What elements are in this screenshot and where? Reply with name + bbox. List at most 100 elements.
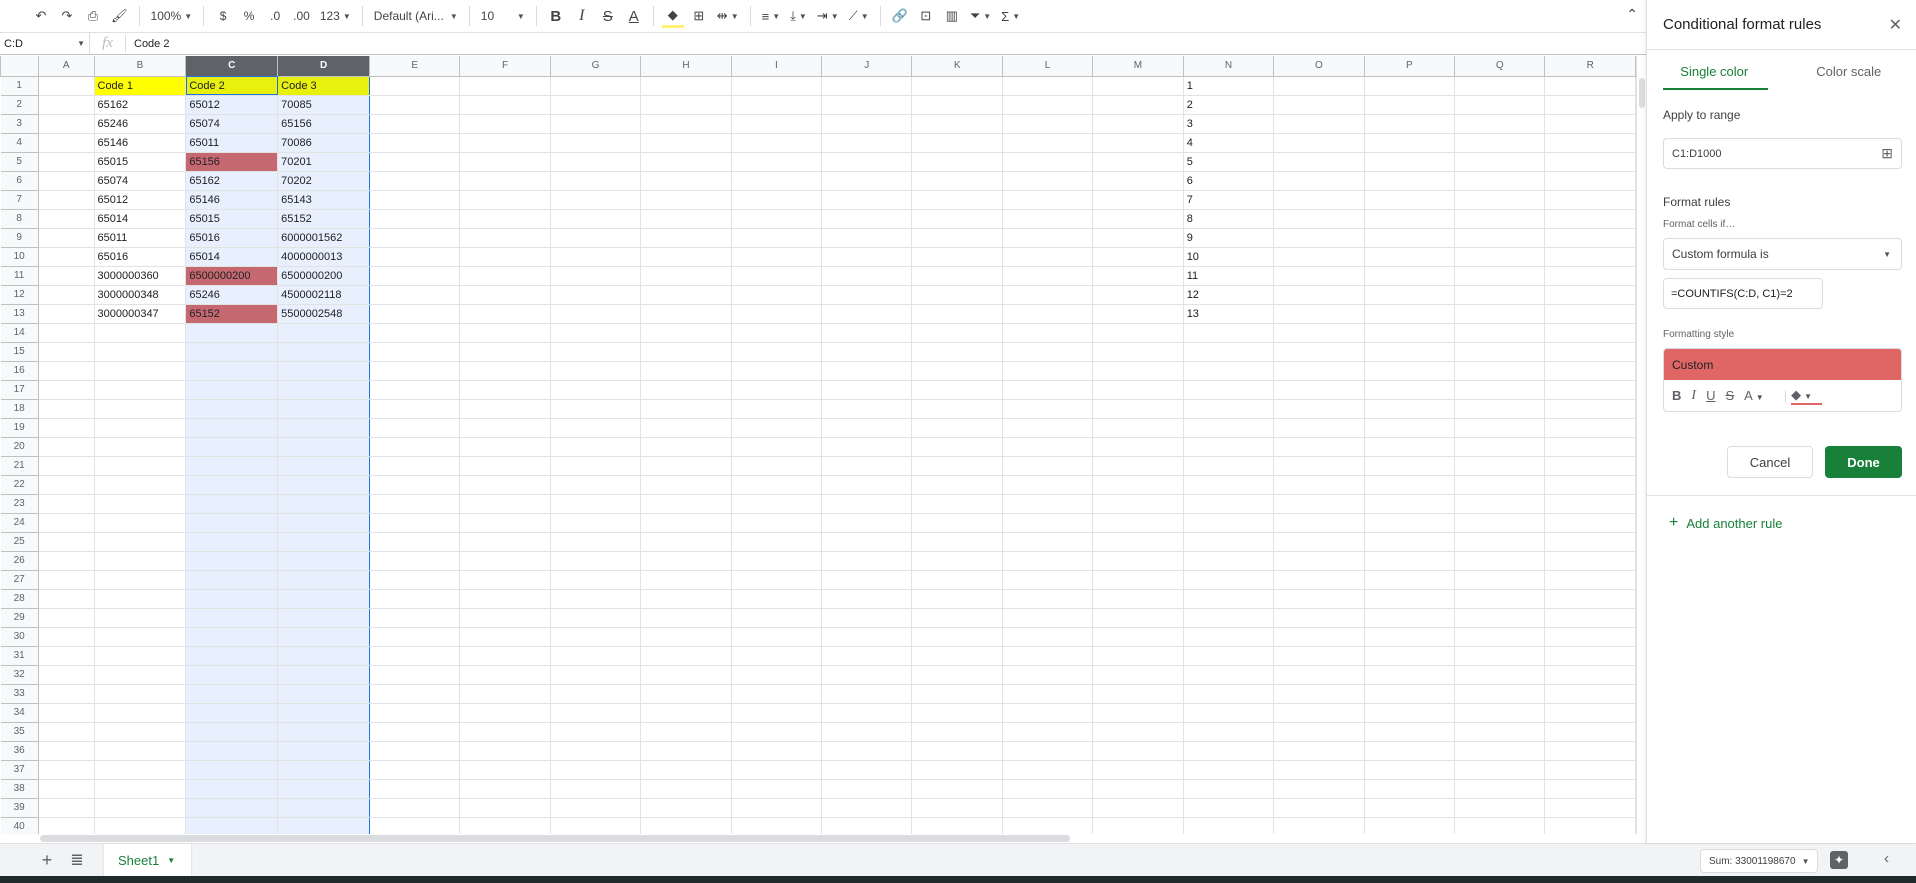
cell-i36[interactable] xyxy=(730,740,823,761)
cell-l7[interactable] xyxy=(1001,189,1094,210)
cell-i5[interactable] xyxy=(730,151,823,172)
italic-icon[interactable]: I xyxy=(571,4,593,28)
row-header[interactable]: 38 xyxy=(0,778,39,799)
cell-o24[interactable] xyxy=(1273,512,1365,533)
cell-d33[interactable] xyxy=(277,683,370,704)
cell-o12[interactable] xyxy=(1273,284,1365,305)
italic-icon[interactable]: I xyxy=(1691,388,1696,404)
cell-b16[interactable] xyxy=(93,360,187,381)
cell-c3[interactable]: 65074 xyxy=(185,113,279,134)
cell-d25[interactable] xyxy=(277,531,370,552)
custom-formula-input[interactable]: =COUNTIFS(C:D, C1)=2 xyxy=(1663,278,1823,309)
cell-r6[interactable] xyxy=(1544,170,1636,191)
cell-f11[interactable] xyxy=(459,265,551,286)
scrollbar-thumb[interactable] xyxy=(1639,78,1645,108)
column-header-e[interactable]: E xyxy=(368,56,461,77)
cell-r9[interactable] xyxy=(1544,227,1636,248)
cell-i19[interactable] xyxy=(730,417,823,438)
cell-o34[interactable] xyxy=(1273,702,1365,723)
row-header[interactable]: 31 xyxy=(0,645,39,666)
cell-d20[interactable] xyxy=(277,436,370,457)
tab-color-scale[interactable]: Color scale xyxy=(1782,54,1916,90)
cell-b19[interactable] xyxy=(93,417,187,438)
cell-k7[interactable] xyxy=(911,189,1003,210)
cell-o8[interactable] xyxy=(1273,208,1365,229)
bold-icon[interactable]: B xyxy=(545,4,567,28)
cell-d1[interactable]: Code 3 xyxy=(277,75,370,96)
cell-b18[interactable] xyxy=(93,398,187,419)
cell-f38[interactable] xyxy=(459,778,551,799)
cell-b7[interactable]: 65012 xyxy=(93,189,187,210)
more-formats-button[interactable]: 123 ▼ xyxy=(317,4,354,28)
cell-l30[interactable] xyxy=(1001,626,1094,647)
rotate-icon[interactable]: ⟋ ▼ xyxy=(846,4,872,28)
cell-o17[interactable] xyxy=(1273,379,1365,400)
cell-m24[interactable] xyxy=(1092,512,1184,533)
cell-a18[interactable] xyxy=(37,398,95,419)
cell-r3[interactable] xyxy=(1544,113,1636,134)
cell-l8[interactable] xyxy=(1001,208,1094,229)
tab-single-color[interactable]: Single color xyxy=(1647,54,1782,90)
cell-m30[interactable] xyxy=(1092,626,1184,647)
cell-n5[interactable]: 5 xyxy=(1182,151,1275,172)
column-header-i[interactable]: I xyxy=(730,56,823,77)
cell-r8[interactable] xyxy=(1544,208,1636,229)
bold-icon[interactable]: B xyxy=(1672,388,1681,403)
cell-i8[interactable] xyxy=(730,208,823,229)
row-header[interactable]: 25 xyxy=(0,531,39,552)
cell-e12[interactable] xyxy=(368,284,461,305)
cell-o27[interactable] xyxy=(1273,569,1365,590)
cell-d2[interactable]: 70085 xyxy=(277,94,370,115)
sheet-tab[interactable]: Sheet1 ▼ xyxy=(104,843,192,877)
cell-g27[interactable] xyxy=(549,569,642,590)
cell-b20[interactable] xyxy=(93,436,187,457)
cell-q15[interactable] xyxy=(1454,341,1546,362)
undo-icon[interactable]: ↶ xyxy=(30,4,52,28)
cell-r37[interactable] xyxy=(1544,759,1636,780)
cell-g5[interactable] xyxy=(549,151,642,172)
cell-i17[interactable] xyxy=(730,379,823,400)
cell-e37[interactable] xyxy=(368,759,461,780)
cell-b14[interactable] xyxy=(93,322,187,343)
cell-e15[interactable] xyxy=(368,341,461,362)
cell-f29[interactable] xyxy=(459,607,551,628)
cell-q9[interactable] xyxy=(1454,227,1546,248)
cell-m5[interactable] xyxy=(1092,151,1184,172)
row-header[interactable]: 6 xyxy=(0,170,39,191)
cell-f37[interactable] xyxy=(459,759,551,780)
cell-d16[interactable] xyxy=(277,360,370,381)
cell-h15[interactable] xyxy=(640,341,732,362)
cell-g35[interactable] xyxy=(549,721,642,742)
row-header[interactable]: 24 xyxy=(0,512,39,533)
cell-d38[interactable] xyxy=(277,778,370,799)
cell-q37[interactable] xyxy=(1454,759,1546,780)
cell-m25[interactable] xyxy=(1092,531,1184,552)
redo-icon[interactable]: ↷ xyxy=(56,4,78,28)
cell-e21[interactable] xyxy=(368,455,461,476)
row-header[interactable]: 7 xyxy=(0,189,39,210)
cell-q38[interactable] xyxy=(1454,778,1546,799)
cell-i21[interactable] xyxy=(730,455,823,476)
cell-i28[interactable] xyxy=(730,588,823,609)
cell-l12[interactable] xyxy=(1001,284,1094,305)
cell-h36[interactable] xyxy=(640,740,732,761)
cell-c4[interactable]: 65011 xyxy=(185,132,279,153)
cell-h39[interactable] xyxy=(640,797,732,818)
cell-m14[interactable] xyxy=(1092,322,1184,343)
cell-q16[interactable] xyxy=(1454,360,1546,381)
cell-r10[interactable] xyxy=(1544,246,1636,267)
cell-n39[interactable] xyxy=(1182,797,1275,818)
cell-e16[interactable] xyxy=(368,360,461,381)
cell-g29[interactable] xyxy=(549,607,642,628)
cell-a33[interactable] xyxy=(37,683,95,704)
cell-d21[interactable] xyxy=(277,455,370,476)
cell-q26[interactable] xyxy=(1454,550,1546,571)
cell-e2[interactable] xyxy=(368,94,461,115)
cell-h16[interactable] xyxy=(640,360,732,381)
column-header-k[interactable]: K xyxy=(911,56,1003,77)
cell-e28[interactable] xyxy=(368,588,461,609)
cell-p40[interactable] xyxy=(1363,816,1456,834)
cell-a8[interactable] xyxy=(37,208,95,229)
cell-a1[interactable] xyxy=(37,75,95,96)
cell-l37[interactable] xyxy=(1001,759,1094,780)
